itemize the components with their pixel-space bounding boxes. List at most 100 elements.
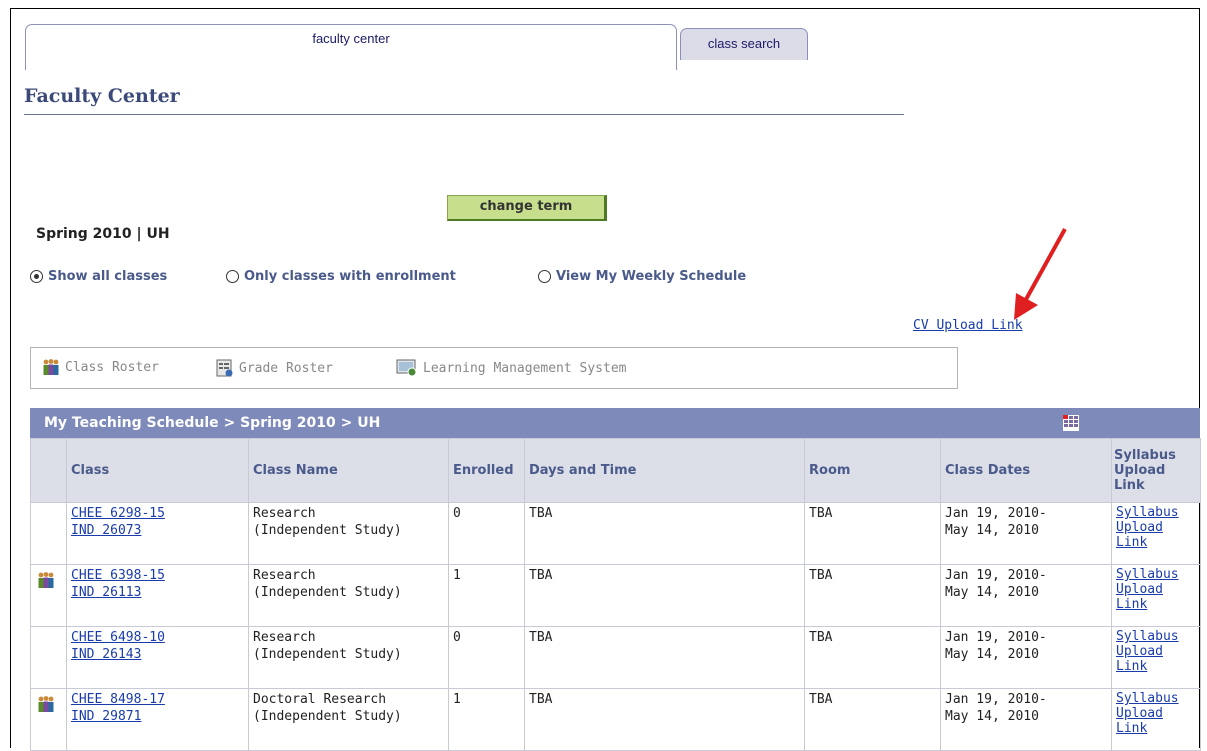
lms-icon <box>396 359 417 377</box>
room: TBA <box>804 626 941 689</box>
radio-weekly-schedule[interactable]: View My Weekly Schedule <box>538 269 746 284</box>
class-id-link[interactable]: IND 26113 <box>71 584 244 601</box>
class-name: Research <box>253 630 316 645</box>
teaching-schedule-table: Class Class Name Enrolled Days and Time … <box>30 438 1201 751</box>
grid-view-icon[interactable] <box>1063 415 1079 431</box>
lms-label: Learning Management System <box>423 360 627 376</box>
syllabus-link-word-2[interactable]: Upload <box>1116 520 1196 535</box>
class-type: (Independent Study) <box>253 585 402 600</box>
change-term-button[interactable]: change term <box>447 195 607 221</box>
class-type: (Independent Study) <box>253 647 402 662</box>
class-id-link[interactable]: IND 26143 <box>71 646 244 663</box>
grid-title: My Teaching Schedule > Spring 2010 > UH <box>44 415 381 431</box>
syllabus-upload-link[interactable]: Syllabus Upload Link <box>1111 688 1201 751</box>
radio-selected-icon <box>30 270 43 283</box>
table-row: CHEE 6298-15 IND 26073 Research (Independe… <box>30 502 1201 565</box>
column-header-class: Class <box>66 438 249 503</box>
enrolled-count: 0 <box>448 502 525 565</box>
radio-unselected-icon <box>538 270 551 283</box>
tab-faculty-center-label: faculty center <box>312 31 390 46</box>
class-id-link[interactable]: IND 29871 <box>71 708 244 725</box>
row-icon-cell <box>30 502 67 565</box>
table-header-row: Class Class Name Enrolled Days and Time … <box>30 438 1201 503</box>
class-roster-icon[interactable] <box>35 571 57 589</box>
syllabus-link-word-1[interactable]: Syllabus <box>1116 567 1196 582</box>
days-and-time: TBA <box>524 688 805 751</box>
row-icon-cell <box>30 626 67 689</box>
class-type: (Independent Study) <box>253 523 402 538</box>
class-link[interactable]: CHEE 6398-15 <box>71 567 244 584</box>
class-roster-tool[interactable]: Class Roster <box>41 358 159 376</box>
tab-faculty-center[interactable]: faculty center <box>25 24 677 70</box>
syllabus-upload-link[interactable]: Syllabus Upload Link <box>1111 502 1201 565</box>
room: TBA <box>804 688 941 751</box>
syllabus-link-word-3[interactable]: Link <box>1116 721 1196 736</box>
syllabus-upload-link[interactable]: Syllabus Upload Link <box>1111 564 1201 627</box>
red-arrow-annotation <box>1014 228 1067 320</box>
radio-show-all-label: Show all classes <box>48 269 168 284</box>
class-end-date: May 14, 2010 <box>945 709 1039 724</box>
column-header-class-dates: Class Dates <box>940 438 1112 503</box>
class-start-date: Jan 19, 2010- <box>945 630 1047 645</box>
radio-show-all[interactable]: Show all classes <box>30 269 167 284</box>
column-header-enrolled: Enrolled <box>448 438 525 503</box>
class-roster-icon <box>43 359 59 375</box>
class-roster-label: Class Roster <box>65 359 159 375</box>
class-name: Doctoral Research <box>253 692 387 707</box>
cv-upload-link[interactable]: CV Upload Link <box>913 318 1023 333</box>
table-row: CHEE 8498-17 IND 29871 Doctoral Research (… <box>30 688 1201 751</box>
class-type: (Independent Study) <box>253 709 402 724</box>
class-name: Research <box>253 506 316 521</box>
syllabus-link-word-2[interactable]: Upload <box>1116 706 1196 721</box>
page-title: Faculty Center <box>24 85 180 107</box>
enrolled-count: 0 <box>448 626 525 689</box>
grade-roster-label: Grade Roster <box>239 360 333 376</box>
class-id-link[interactable]: IND 26073 <box>71 522 244 539</box>
column-header-class-name: Class Name <box>248 438 449 503</box>
roster-toolbar: Class Roster Grade Roster Learning Manag… <box>30 347 958 389</box>
syllabus-link-word-1[interactable]: Syllabus <box>1116 505 1196 520</box>
syllabus-link-word-1[interactable]: Syllabus <box>1116 691 1196 706</box>
radio-weekly-schedule-label: View My Weekly Schedule <box>556 269 747 284</box>
syllabus-upload-link[interactable]: Syllabus Upload Link <box>1111 626 1201 689</box>
tab-class-search[interactable]: class search <box>680 28 808 60</box>
room: TBA <box>804 564 941 627</box>
class-name: Research <box>253 568 316 583</box>
syllabus-link-word-3[interactable]: Link <box>1116 535 1196 550</box>
syllabus-link-word-3[interactable]: Link <box>1116 597 1196 612</box>
syllabus-link-word-2[interactable]: Upload <box>1116 582 1196 597</box>
column-header-room: Room <box>804 438 941 503</box>
days-and-time: TBA <box>524 502 805 565</box>
class-start-date: Jan 19, 2010- <box>945 568 1047 583</box>
class-link[interactable]: CHEE 8498-17 <box>71 691 244 708</box>
class-link[interactable]: CHEE 6498-10 <box>71 629 244 646</box>
grade-roster-icon <box>216 359 233 377</box>
class-end-date: May 14, 2010 <box>945 585 1039 600</box>
column-header-syllabus-upload-link: Syllabus Upload Link <box>1111 438 1201 503</box>
lms-tool[interactable]: Learning Management System <box>395 358 627 378</box>
class-roster-icon[interactable] <box>35 695 57 713</box>
icon-column-header <box>30 438 67 503</box>
class-start-date: Jan 19, 2010- <box>945 692 1047 707</box>
radio-only-enrollment-label: Only classes with enrollment <box>244 269 456 284</box>
table-row: CHEE 6398-15 IND 26113 Research (Independe… <box>30 564 1201 627</box>
class-start-date: Jan 19, 2010- <box>945 506 1047 521</box>
table-row: CHEE 6498-10 IND 26143 Research (Independe… <box>30 626 1201 689</box>
title-divider <box>24 114 904 115</box>
grade-roster-tool[interactable]: Grade Roster <box>215 358 333 378</box>
row-icon-cell <box>30 564 67 627</box>
room: TBA <box>804 502 941 565</box>
radio-only-enrollment[interactable]: Only classes with enrollment <box>226 269 456 284</box>
days-and-time: TBA <box>524 564 805 627</box>
class-end-date: May 14, 2010 <box>945 647 1039 662</box>
syllabus-link-word-1[interactable]: Syllabus <box>1116 629 1196 644</box>
term-label: Spring 2010 | UH <box>36 226 170 242</box>
enrolled-count: 1 <box>448 688 525 751</box>
class-link[interactable]: CHEE 6298-15 <box>71 505 244 522</box>
radio-unselected-icon <box>226 270 239 283</box>
column-header-days-and-time: Days and Time <box>524 438 805 503</box>
syllabus-link-word-3[interactable]: Link <box>1116 659 1196 674</box>
syllabus-link-word-2[interactable]: Upload <box>1116 644 1196 659</box>
days-and-time: TBA <box>524 626 805 689</box>
row-icon-cell <box>30 688 67 751</box>
